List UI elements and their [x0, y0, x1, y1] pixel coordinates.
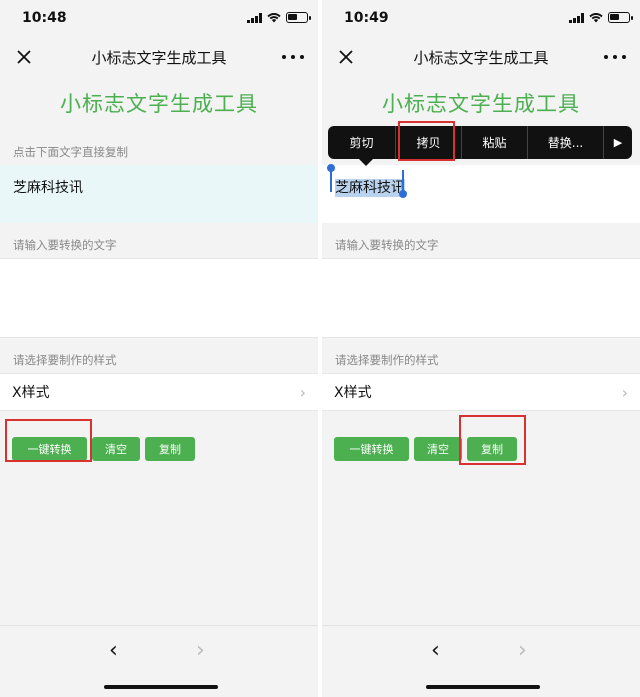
selected-copy-text[interactable]: 芝麻科技讯	[335, 179, 405, 197]
style-label: 请选择要制作的样式	[335, 353, 439, 367]
status-time: 10:48	[22, 10, 67, 26]
menu-replace[interactable]: 替换...	[528, 126, 604, 159]
signal-icon	[247, 12, 262, 23]
style-select[interactable]: X样式 ›	[322, 373, 640, 411]
style-select[interactable]: X样式 ›	[0, 373, 318, 411]
wifi-icon	[589, 12, 603, 23]
screens: 10:48 小标志文字生成工具 小标志文字生成工具 点击下面文字直接复制 芝麻科…	[0, 0, 640, 697]
nav-bar: 小标志文字生成工具	[322, 38, 640, 76]
clear-button[interactable]: 清空	[414, 437, 462, 461]
convert-button[interactable]: 一键转换	[12, 437, 87, 461]
battery-icon	[286, 12, 311, 23]
menu-cut[interactable]: 剪切	[328, 126, 396, 159]
selection-bar-end	[402, 170, 404, 190]
signal-icon	[569, 12, 584, 23]
screen-right: 10:49 小标志文字生成工具 小标志文字生成工具 芝麻科技讯 请输入要转换的文…	[322, 0, 640, 697]
style-value: X样式	[334, 385, 372, 401]
back-arrow-icon[interactable]: ‹	[431, 638, 440, 663]
bottom-bar: ‹ ›	[322, 625, 640, 697]
nav-bar: 小标志文字生成工具	[0, 38, 318, 76]
selection-bar-start	[330, 170, 332, 192]
input-label: 请输入要转换的文字	[13, 238, 117, 252]
text-input[interactable]	[0, 258, 318, 338]
more-dots-icon[interactable]	[604, 47, 626, 67]
more-dots-icon[interactable]	[282, 47, 304, 67]
convert-button[interactable]: 一键转换	[334, 437, 409, 461]
screen-left: 10:48 小标志文字生成工具 小标志文字生成工具 点击下面文字直接复制 芝麻科…	[0, 0, 318, 697]
home-indicator	[426, 685, 540, 689]
context-menu-pointer	[359, 159, 373, 166]
chevron-right-icon: ›	[299, 382, 306, 402]
action-buttons: 一键转换 清空 复制	[322, 437, 640, 461]
status-time: 10:49	[344, 10, 389, 26]
text-input[interactable]	[322, 258, 640, 338]
action-buttons: 一键转换 清空 复制	[0, 437, 318, 461]
status-bar: 10:48	[0, 0, 318, 38]
clear-button[interactable]: 清空	[92, 437, 140, 461]
copy-label: 点击下面文字直接复制	[13, 145, 128, 159]
forward-arrow-icon[interactable]: ›	[518, 638, 527, 663]
selection-handle-end[interactable]	[399, 190, 407, 198]
style-value: X样式	[12, 385, 50, 401]
menu-more-arrow-icon[interactable]: ▶	[604, 126, 632, 159]
forward-arrow-icon[interactable]: ›	[196, 638, 205, 663]
copy-button[interactable]: 复制	[145, 437, 195, 461]
context-menu: 剪切 拷贝 粘贴 替换... ▶	[328, 126, 632, 159]
chevron-right-icon: ›	[621, 382, 628, 402]
copy-text[interactable]: 芝麻科技讯	[13, 180, 83, 196]
copy-text-box[interactable]: 芝麻科技讯	[0, 165, 318, 223]
menu-paste[interactable]: 粘贴	[462, 126, 528, 159]
close-icon[interactable]	[14, 47, 34, 67]
close-icon[interactable]	[336, 47, 356, 67]
bottom-bar: ‹ ›	[0, 625, 318, 697]
style-label: 请选择要制作的样式	[13, 353, 117, 367]
nav-title: 小标志文字生成工具	[413, 48, 549, 67]
menu-copy[interactable]: 拷贝	[396, 126, 462, 159]
nav-title: 小标志文字生成工具	[91, 48, 227, 67]
status-icons	[247, 12, 311, 23]
status-icons	[569, 12, 633, 23]
wifi-icon	[267, 12, 281, 23]
copy-button[interactable]: 复制	[467, 437, 517, 461]
home-indicator	[104, 685, 218, 689]
hero-title: 小标志文字生成工具	[60, 92, 258, 116]
battery-icon	[608, 12, 633, 23]
copy-text-box[interactable]: 芝麻科技讯	[322, 165, 640, 223]
back-arrow-icon[interactable]: ‹	[109, 638, 118, 663]
status-bar: 10:49	[322, 0, 640, 38]
input-label: 请输入要转换的文字	[335, 238, 439, 252]
